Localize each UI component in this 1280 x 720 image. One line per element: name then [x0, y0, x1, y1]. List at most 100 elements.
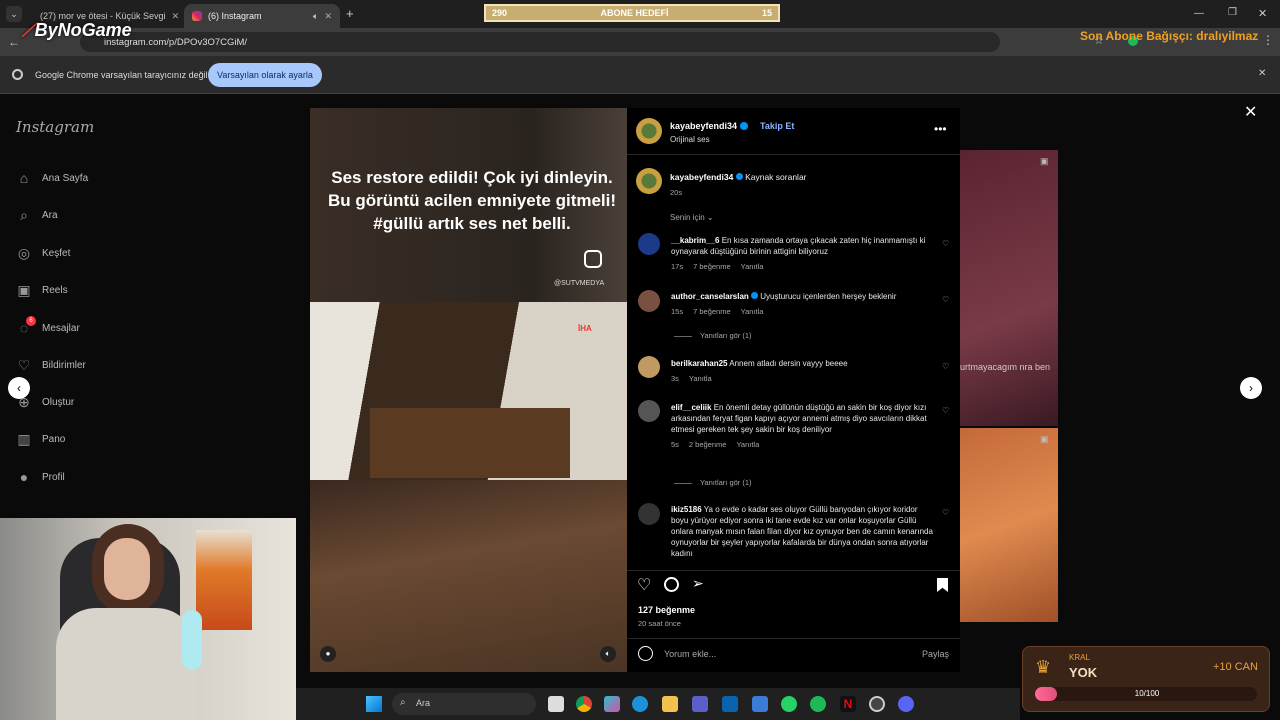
comment-time: 5s [671, 440, 679, 449]
outlook-icon[interactable] [722, 696, 738, 712]
commenter-avatar[interactable] [638, 356, 660, 378]
follow-button[interactable]: Takip Et [760, 121, 794, 131]
netflix-icon[interactable]: N [840, 696, 856, 712]
likes-count[interactable]: 127 beğenme [638, 605, 695, 615]
comment-likes[interactable]: 2 beğenme [689, 439, 727, 450]
logo-mark-icon: ⟋ [22, 20, 35, 40]
reply-button[interactable]: Yanıtla [741, 306, 764, 317]
more-options-icon[interactable]: ••• [934, 122, 947, 136]
comment-item: ikiz5186 Ya o evde o kadar ses oluyor Gü… [671, 504, 933, 570]
previous-post-button[interactable]: ‹ [8, 377, 30, 399]
comment-username[interactable]: author_canselarslan [671, 292, 749, 301]
windows-start-icon[interactable] [366, 696, 382, 712]
sidebar-item-8[interactable]: ● Profil [16, 469, 65, 485]
last-donor-text: Son Abone Bağışçı: dralıyilmaz [1080, 29, 1259, 43]
view-replies-button[interactable]: Yanıtları gör (1) [674, 478, 752, 487]
task-view-icon[interactable] [548, 696, 564, 712]
tab-title: (6) Instagram [208, 11, 262, 21]
comment-username[interactable]: berilkarahan25 [671, 359, 727, 368]
like-icon[interactable]: ♡ [637, 575, 651, 595]
chrome-taskbar-icon[interactable] [576, 696, 592, 712]
heart-icon: ♡ [17, 356, 31, 373]
menu-dots-icon[interactable]: ⋮ [1262, 33, 1274, 47]
king-value: YOK [1069, 665, 1098, 680]
sidebar-item-4[interactable]: ◌ 6 Mesajlar [16, 316, 80, 336]
mute-icon[interactable]: 🔈︎ [600, 646, 616, 662]
close-icon[interactable]: ✕ [172, 11, 180, 22]
reply-button[interactable]: Yanıtla [741, 261, 764, 272]
background-post-thumbnail[interactable] [960, 428, 1058, 622]
address-toolbar: ← instagram.com/p/DPOv3O7CGiM/ ☆ ⋮ ⟋ByNo… [0, 20, 1280, 56]
emoji-icon[interactable] [638, 646, 653, 661]
file-explorer-icon[interactable] [662, 696, 678, 712]
sidebar-item-label: Ara [42, 209, 58, 221]
background-post-thumbnail[interactable] [960, 150, 1058, 426]
sidebar-item-2[interactable]: ◎ Keşfet [16, 245, 70, 261]
tagged-user-icon[interactable]: ● [320, 646, 336, 662]
reply-button[interactable]: Yanıtla [689, 373, 712, 384]
like-comment-icon[interactable]: ♡ [942, 295, 949, 304]
king-reward: +10 CAN [1213, 661, 1258, 673]
obs-icon[interactable] [869, 696, 885, 712]
sidebar-item-label: Bildirimler [42, 359, 86, 371]
sidebar-item-3[interactable]: ▣ Reels [16, 282, 67, 298]
sidebar-item-7[interactable]: ▥ Pano [16, 431, 65, 447]
caption-username[interactable]: kayabeyfendi34 [670, 172, 733, 182]
comment-text: Uyuşturucu içenlerden herşey beklenir [760, 292, 897, 301]
caption-text: Kaynak soranlar [745, 172, 807, 182]
next-post-button[interactable]: › [1240, 377, 1262, 399]
like-comment-icon[interactable]: ♡ [942, 406, 949, 415]
share-icon[interactable]: ➢ [692, 575, 704, 592]
post-media[interactable]: Ses restore edildi! Çok iyi dinleyin. Bu… [310, 108, 627, 672]
commenter-avatar[interactable] [638, 400, 660, 422]
tab-instagram[interactable]: (6) Instagram 🔈︎ ✕ [184, 4, 340, 28]
maximize-button[interactable]: ❐ [1228, 7, 1237, 18]
close-icon[interactable]: ✕ [324, 11, 332, 22]
comment-input[interactable]: Yorum ekle... [664, 649, 904, 659]
search-icon: ⌕ [400, 697, 406, 708]
tab-list-button[interactable]: ⌄ [6, 6, 22, 22]
comment-username[interactable]: ikiz5186 [671, 505, 702, 514]
sidebar-item-0[interactable]: ⌂ Ana Sayfa [16, 170, 88, 186]
reply-button[interactable]: Yanıtla [736, 439, 759, 450]
spotify-icon[interactable] [810, 696, 826, 712]
verified-badge-icon [751, 292, 759, 299]
commenter-avatar[interactable] [638, 233, 660, 255]
comment-username[interactable]: elif__celiik [671, 403, 711, 412]
author-username[interactable]: kayabeyfendi34 [670, 121, 737, 131]
sidebar-item-5[interactable]: ♡ Bildirimler [16, 357, 86, 373]
whatsapp-icon[interactable] [781, 696, 797, 712]
modal-close-icon[interactable]: ✕ [1244, 102, 1257, 122]
post-comment-button[interactable]: Paylaş [922, 649, 949, 659]
set-default-button[interactable]: Varsayılan olarak ayarla [208, 63, 322, 87]
like-comment-icon[interactable]: ♡ [942, 362, 949, 371]
comment-likes[interactable]: 7 beğenme [693, 306, 731, 317]
back-arrow-icon[interactable]: ← [8, 35, 20, 49]
caption-avatar[interactable] [636, 168, 662, 194]
original-audio-link[interactable]: Orijinal ses [670, 135, 710, 144]
like-comment-icon[interactable]: ♡ [942, 239, 949, 248]
commenter-avatar[interactable] [638, 503, 660, 525]
comment-icon[interactable] [664, 577, 679, 592]
like-comment-icon[interactable]: ♡ [942, 508, 949, 517]
comment-username[interactable]: __kabrim__6 [671, 236, 719, 245]
edge-icon[interactable] [632, 696, 648, 712]
sidebar-item-1[interactable]: ⌕ Ara [16, 207, 58, 223]
view-replies-button[interactable]: Yanıtları gör (1) [674, 331, 752, 340]
speaker-icon[interactable]: 🔈︎ [313, 11, 318, 22]
discord-icon[interactable] [898, 696, 914, 712]
infobar-close-icon[interactable]: ✕ [1258, 68, 1266, 79]
teams-icon[interactable] [692, 696, 708, 712]
sort-dropdown[interactable]: Senin için ⌄ [670, 213, 714, 222]
commenter-avatar[interactable] [638, 290, 660, 312]
app-icon[interactable] [752, 696, 768, 712]
taskbar-search[interactable]: ⌕ Ara [392, 693, 536, 715]
author-avatar[interactable] [636, 118, 662, 144]
window-close-button[interactable]: ✕ [1258, 7, 1267, 20]
infobar-text: Google Chrome varsayılan tarayıcınız değ… [35, 70, 208, 80]
new-tab-button[interactable]: + [346, 6, 354, 21]
instagram-logo[interactable]: Instagram [16, 118, 94, 136]
comment-likes[interactable]: 7 beğenme [693, 261, 731, 272]
copilot-icon[interactable] [604, 696, 620, 712]
minimize-button[interactable]: — [1194, 8, 1204, 19]
